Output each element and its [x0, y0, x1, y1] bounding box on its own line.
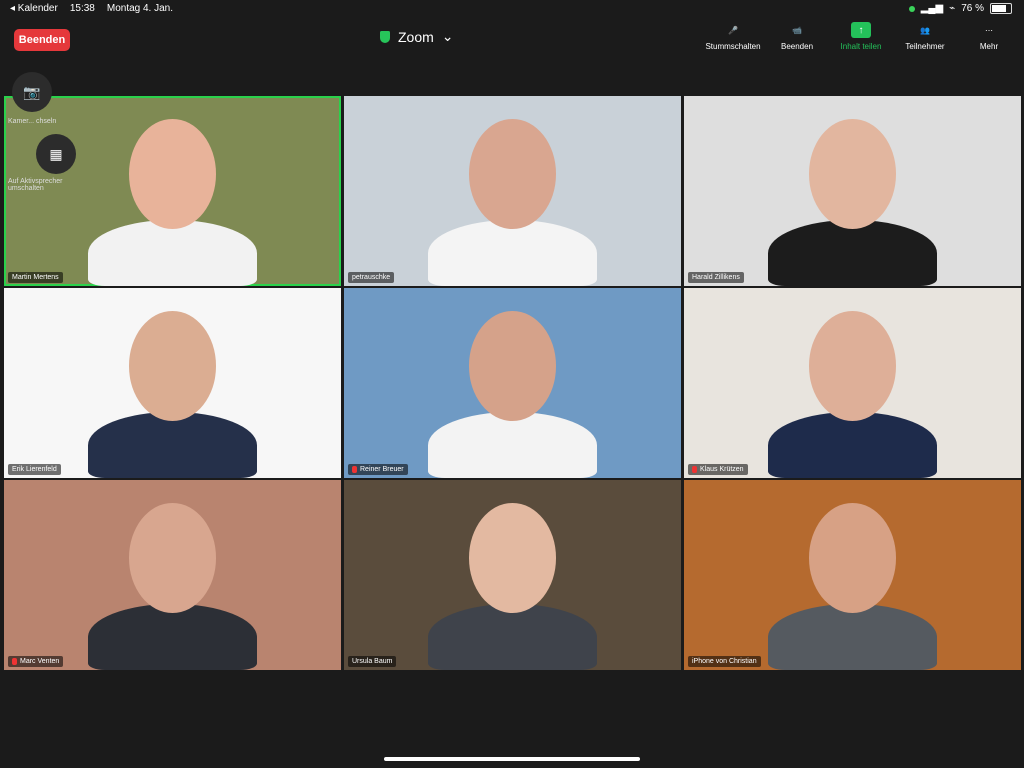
status-bar: ◂ Kalender 15:38 Montag 4. Jan. ▂▄▆ ⌁ 76… [0, 0, 1024, 18]
participant-name: Martin Mertens [12, 274, 59, 281]
participant-name-label: Reiner Breuer [348, 464, 408, 475]
toolbar-label: Mehr [979, 42, 999, 51]
toolbar-controls: 🎤 Stummschalten 📹 Beenden ↑ Inhalt teilen 👥 Tei… [705, 22, 1014, 52]
muted-mic-icon [352, 466, 357, 473]
participant-tile[interactable]: petrauschke [344, 96, 681, 286]
muted-mic-icon [12, 658, 17, 665]
participant-face [808, 502, 897, 613]
participant-name: Marc Venten [20, 658, 60, 665]
encryption-shield-icon [380, 30, 390, 43]
switch-camera-button[interactable]: 📷 [12, 72, 52, 112]
toolbar-label: Stummschalten [705, 42, 761, 51]
end-meeting-button[interactable]: Beenden [14, 29, 70, 51]
participant-name-label: Martin Mertens [8, 272, 63, 283]
participant-face [128, 502, 217, 613]
home-indicator[interactable] [384, 757, 640, 761]
active-speaker-toggle[interactable]: ▦ [36, 134, 76, 174]
toolbar-more-button[interactable]: ⋯ Mehr [964, 22, 1014, 52]
more-icon: ⋯ [985, 25, 993, 35]
participant-face [808, 118, 897, 229]
wifi-icon: ⌁ [949, 3, 956, 14]
participant-name: Klaus Krützen [700, 466, 744, 473]
mic-icon: 🎤 [728, 25, 738, 35]
participant-name: Reiner Breuer [360, 466, 404, 473]
participant-video [768, 219, 937, 286]
participant-face [468, 118, 557, 229]
participant-tile[interactable]: iPhone von Christian [684, 480, 1021, 670]
participant-name-label: petrauschke [348, 272, 395, 283]
participant-video [428, 219, 597, 286]
participant-tile[interactable]: Harald Zillikens [684, 96, 1021, 286]
participant-name-label: Klaus Krützen [688, 464, 748, 475]
participant-name-label: Harald Zillikens [688, 272, 744, 283]
participant-tile[interactable]: Klaus Krützen [684, 288, 1021, 478]
participant-video [88, 603, 257, 670]
signal-icon: ▂▄▆ [920, 3, 944, 14]
participant-video [88, 219, 257, 286]
chevron-down-icon: ⌄ [441, 28, 454, 44]
toolbar-label: Inhalt teilen [840, 42, 882, 51]
participant-video [768, 603, 937, 670]
toolbar-mic-button[interactable]: 🎤 Stummschalten [705, 22, 761, 52]
participant-face [128, 310, 217, 421]
participant-video [768, 411, 937, 478]
date: Montag 4. Jan. [106, 3, 174, 14]
battery-icon [990, 3, 1012, 14]
toolbar-label: Beenden [780, 42, 814, 51]
toolbar-share-button[interactable]: ↑ Inhalt teilen [836, 22, 886, 51]
participant-name-label: Ursula Baum [348, 656, 397, 667]
participant-tile[interactable]: Ursula Baum [344, 480, 681, 670]
participant-name: Harald Zillikens [692, 274, 740, 281]
gallery-view-icon: ▦ [49, 145, 63, 162]
meeting-title[interactable]: Zoom ⌄ [380, 28, 454, 45]
participant-face [468, 502, 557, 613]
app-title: Zoom [398, 28, 434, 45]
participant-name-label: Erik Lierenfeld [8, 464, 61, 475]
battery-percent: 76 % [961, 3, 984, 14]
toolbar-video-button[interactable]: 📹 Beenden [772, 22, 822, 52]
participant-face [468, 310, 557, 421]
meeting-toolbar: Beenden Zoom ⌄ 🎤 Stummschalten 📹 Beenden ↑ In… [0, 18, 1024, 62]
participant-tile[interactable]: Marc Venten [4, 480, 341, 670]
participant-name-label: Marc Venten [8, 656, 64, 667]
participant-tile[interactable]: Reiner Breuer [344, 288, 681, 478]
camera-switch-icon: 📷 [23, 83, 41, 100]
participants-icon: 👥 [920, 25, 930, 35]
muted-mic-icon [692, 466, 697, 473]
video-grid: Martin Mertens petrauschke Harald Zilliken… [4, 96, 1021, 670]
participant-tile[interactable]: Erik Lierenfeld [4, 288, 341, 478]
participant-video [428, 411, 597, 478]
toolbar-participants-button[interactable]: 👥 Teilnehmer [900, 22, 950, 52]
share-icon: ↑ [851, 22, 871, 38]
switch-camera-label: Kamer... chseln [8, 118, 57, 125]
participant-name-label: iPhone von Christian [688, 656, 761, 667]
participant-face [808, 310, 897, 421]
clock: 15:38 [69, 3, 95, 14]
participant-name: petrauschke [352, 274, 391, 281]
toolbar-label: Teilnehmer [905, 42, 945, 51]
participant-video [88, 411, 257, 478]
active-speaker-label: Auf Aktivsprecher umschalten [8, 178, 63, 192]
participant-face [128, 118, 217, 229]
participant-name: Ursula Baum [352, 658, 393, 665]
participant-name: iPhone von Christian [692, 658, 757, 665]
participant-video [428, 603, 597, 670]
participant-name: Erik Lierenfeld [12, 466, 57, 473]
back-to-calendar-link[interactable]: ◂ Kalender [10, 3, 58, 14]
video-icon: 📹 [792, 25, 802, 35]
camera-indicator-icon [908, 5, 915, 12]
